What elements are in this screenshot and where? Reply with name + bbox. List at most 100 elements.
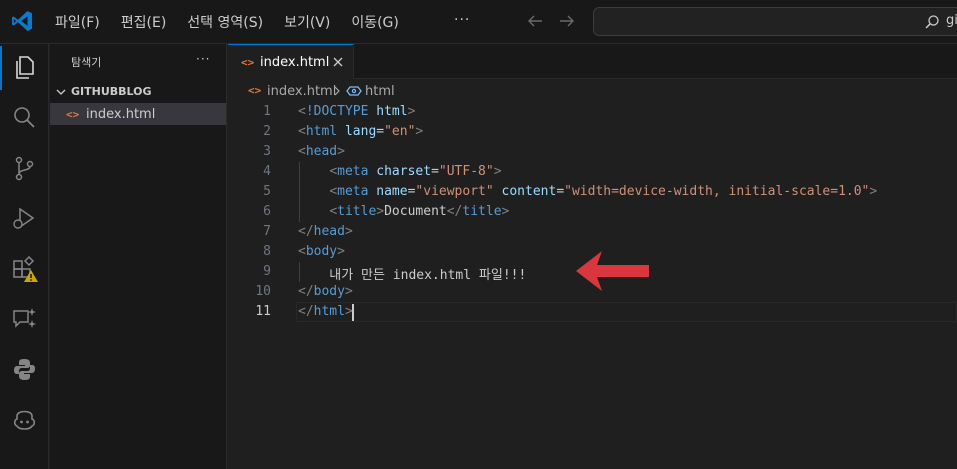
code-token: > [337,244,345,259]
code-token: head [305,144,338,159]
code-line[interactable]: 3 <head> [228,142,957,162]
code-token: html [305,124,345,139]
annotation-arrow-icon [576,251,649,291]
code-token: "width=device-width, initial-scale=1.0" [564,184,870,199]
menu-go[interactable]: 이동(G) [351,12,399,32]
code-line[interactable]: 5 <meta name="viewport" content="width=d… [228,182,957,202]
source-control-icon[interactable] [11,155,38,182]
code-token: > [344,224,353,239]
code-token: </ [298,224,314,239]
line-number: 11 [255,304,271,319]
file-item-index-html[interactable]: <> index.html [50,103,226,125]
line-number: 4 [263,164,271,179]
code-token: > [376,204,385,219]
line-number: 5 [263,184,271,199]
menu-file[interactable]: 파일(F) [55,12,100,32]
code-token: > [869,184,878,199]
breadcrumb: <> index.html html [228,80,957,102]
code-token: </ [298,304,314,319]
code-line[interactable]: 4 <meta charset="UTF-8"> [228,162,957,182]
code-token: = [431,164,439,179]
line-number: 3 [263,144,271,159]
activity-bar [0,44,49,469]
close-icon[interactable] [330,54,346,70]
code-line[interactable]: 11 </html> [228,302,957,322]
back-arrow-icon[interactable] [526,12,544,30]
code-token: "UTF-8" [438,164,494,179]
code-text: <!DOCTYPE html> [298,104,415,119]
forward-arrow-icon[interactable] [558,12,576,30]
chevron-right-icon [334,86,340,96]
html-file-icon: <> [241,56,255,69]
code-token: html [313,304,345,319]
folder-name: GITHUBBLOG [71,85,152,98]
line-number: 6 [263,204,271,219]
line-number: 7 [263,224,271,239]
python-icon[interactable] [11,356,38,383]
chat-icon[interactable] [11,305,38,332]
code-token: < [298,244,306,259]
code-text: </html> [298,304,353,319]
menu-selection[interactable]: 선택 영역(S) [187,12,263,32]
file-name: index.html [86,107,156,122]
code-token: body [313,284,345,299]
menu-view[interactable]: 보기(V) [284,12,330,32]
title-bar: 파일(F) 편집(E) 선택 영역(S) 보기(V) 이동(G) ··· gi [0,0,957,44]
code-line[interactable]: 6 <title>Document</title> [228,202,957,222]
code-token: > [407,104,416,119]
code-line[interactable]: 7 </head> [228,222,957,242]
explorer-more-button[interactable]: ··· [196,52,210,66]
menu-bar: 파일(F) 편집(E) 선택 영역(S) 보기(V) 이동(G) [55,0,420,44]
run-debug-icon[interactable] [11,205,38,232]
code-token: < [298,124,306,139]
tab-index-html[interactable]: <> index.html [228,44,354,79]
code-token: > [493,164,502,179]
code-token: < [329,184,338,199]
code-text: <meta charset="UTF-8"> [298,164,502,179]
code-text: <title>Document</title> [298,204,509,219]
code-token: > [415,124,424,139]
code-token: = [376,124,385,139]
code-text: 내가 만든 index.html 파일!!! [298,264,526,283]
explorer-icon[interactable] [11,54,38,81]
vscode-logo-icon[interactable] [10,9,34,33]
search-icon [925,15,939,29]
breadcrumb-symbol[interactable]: html [365,84,395,99]
code-token: lang [344,124,377,139]
code-token: title [462,204,502,219]
code-token: meta [337,184,377,199]
code-text: <head> [298,144,345,159]
search-sidebar-icon[interactable] [11,104,38,131]
code-token: > [501,204,510,219]
copilot-icon[interactable] [11,406,38,433]
code-line[interactable]: 2 <html lang="en"> [228,122,957,142]
code-token: < [329,204,338,219]
code-token: !DOCTYPE [305,104,377,119]
extensions-icon[interactable] [11,255,38,282]
code-token: "viewport" [415,184,502,199]
code-token: head [313,224,345,239]
code-token: > [337,144,345,159]
element-symbol-icon [346,86,362,96]
code-token: charset [376,164,432,179]
code-token: > [344,304,353,319]
code-text: </head> [298,224,353,239]
line-number: 1 [263,104,271,119]
folder-githubblog[interactable]: GITHUBBLOG [50,82,226,102]
breadcrumb-file[interactable]: index.html [267,84,336,99]
command-center-search[interactable]: gi [593,7,957,36]
code-token: name [376,184,408,199]
code-line[interactable]: 1 <!DOCTYPE html> [228,102,957,122]
code-token: </ [446,204,463,219]
line-number: 2 [263,124,271,139]
menu-more-button[interactable]: ··· [454,12,470,28]
active-indicator [0,46,2,90]
code-token: body [305,244,338,259]
code-token: </ [298,284,314,299]
code-token: = [556,184,565,199]
code-text: <body> [298,244,345,259]
menu-edit[interactable]: 편집(E) [121,12,167,32]
